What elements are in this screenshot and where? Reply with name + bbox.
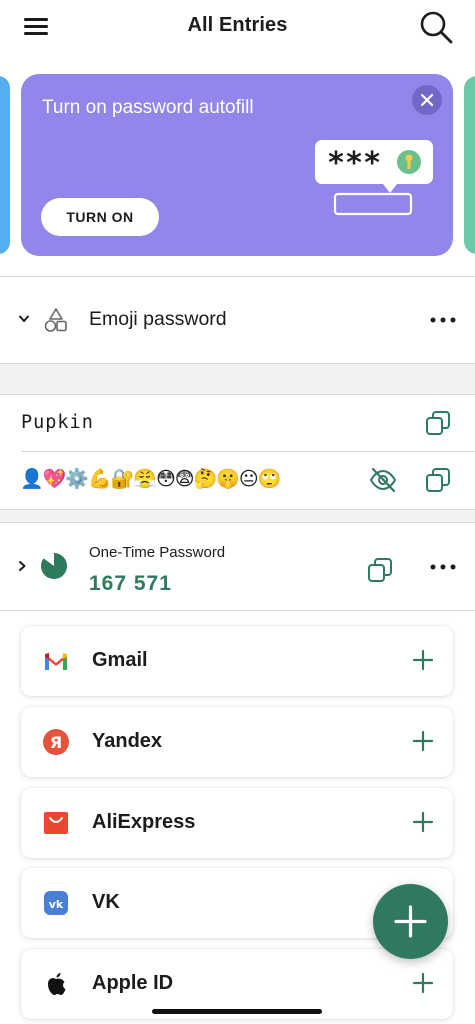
aliexpress-logo — [44, 812, 68, 834]
plus-icon[interactable] — [412, 811, 434, 833]
svg-text:Я: Я — [50, 733, 62, 752]
search-icon[interactable] — [417, 8, 457, 46]
chevron-right-icon[interactable] — [16, 560, 28, 572]
service-name: AliExpress — [92, 811, 196, 833]
service-card-yandex[interactable]: Я Yandex — [21, 707, 453, 777]
yandex-logo: Я — [43, 729, 69, 755]
password-field-row[interactable]: 👤💖⚙️💪🔐😤😳😨🤔🤫😐🙄 — [0, 452, 475, 508]
otp-label: One-Time Password — [89, 544, 226, 561]
turn-on-button[interactable]: TURN ON — [41, 198, 159, 236]
otp-code: 167 571 — [89, 572, 172, 595]
banner-title: Turn on password autofill — [42, 97, 254, 118]
otp-timer-icon — [41, 553, 67, 579]
home-indicator — [152, 1009, 322, 1014]
service-name: Yandex — [92, 730, 163, 752]
password-value: 👤💖⚙️💪🔐😤😳😨🤔🤫😐🙄 — [20, 469, 281, 490]
service-name: Gmail — [92, 649, 148, 671]
divider — [0, 522, 475, 523]
vk-logo: vk — [44, 891, 68, 915]
service-name: VK — [92, 891, 120, 913]
next-banner-card[interactable] — [464, 76, 475, 254]
password-bubble-illustration: *** — [313, 140, 435, 220]
top-bar: All Entries — [0, 0, 475, 56]
eye-off-icon[interactable] — [368, 467, 398, 493]
autofill-banner: Turn on password autofill TURN ON *** — [21, 74, 453, 256]
divider — [0, 610, 475, 611]
plus-icon[interactable] — [412, 972, 434, 994]
section-spacer — [0, 510, 475, 522]
plus-icon — [394, 905, 427, 938]
service-card-gmail[interactable]: Gmail — [21, 626, 453, 696]
more-dots-icon[interactable] — [426, 555, 460, 579]
apple-logo — [48, 973, 66, 995]
page-title: All Entries — [187, 14, 288, 36]
plus-icon[interactable] — [412, 730, 434, 752]
entry-folder-row[interactable]: Emoji password — [0, 278, 475, 362]
entry-title: Emoji password — [89, 308, 227, 330]
svg-text:vk: vk — [49, 898, 64, 911]
gmail-logo — [45, 653, 67, 670]
copy-icon[interactable] — [366, 556, 394, 584]
service-name: Apple ID — [92, 972, 174, 994]
section-spacer — [0, 364, 475, 394]
previous-banner-card[interactable] — [0, 76, 10, 254]
service-card-aliexpress[interactable]: AliExpress — [21, 788, 453, 858]
username-field-row[interactable]: Pupkin — [0, 395, 475, 451]
add-entry-button[interactable] — [373, 884, 448, 959]
copy-icon[interactable] — [424, 409, 452, 437]
chevron-down-icon[interactable] — [17, 312, 31, 326]
username-value: Pupkin — [21, 412, 94, 433]
otp-row[interactable]: One-Time Password 167 571 — [0, 524, 475, 610]
bubble-text: *** — [327, 146, 381, 181]
close-icon[interactable] — [412, 85, 442, 115]
copy-icon[interactable] — [424, 466, 452, 494]
more-dots-icon[interactable] — [426, 308, 460, 332]
divider — [0, 276, 475, 277]
plus-icon[interactable] — [412, 649, 434, 671]
shapes-icon — [44, 308, 67, 332]
